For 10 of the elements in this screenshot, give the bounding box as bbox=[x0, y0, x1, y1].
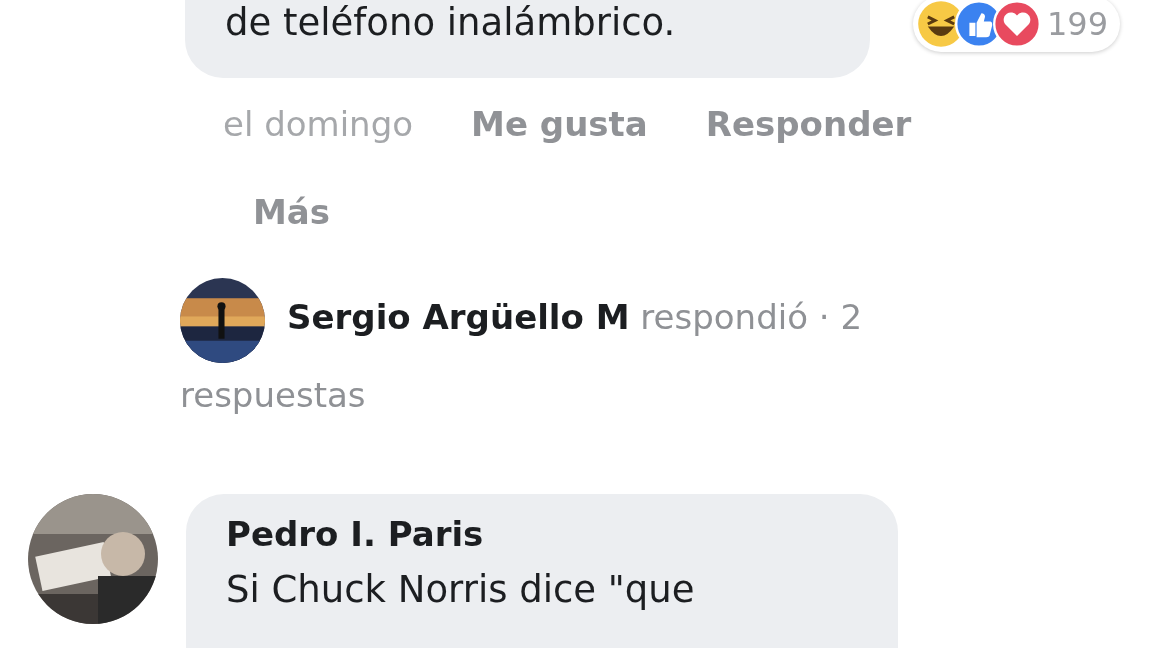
comment-text: Si Chuck Norris dice "que bbox=[226, 568, 696, 611]
comment-author[interactable]: Pedro I. Paris bbox=[226, 514, 858, 554]
reactions-pill[interactable]: 199 bbox=[912, 0, 1120, 52]
comment-action-link[interactable]: Responder bbox=[705, 104, 912, 144]
replies-summary[interactable]: Sergio Argüello M respondió · 2 respuestas bbox=[180, 278, 940, 434]
comment-action-link[interactable]: Me gusta bbox=[471, 104, 648, 144]
comment-text: de teléfono inalámbrico. bbox=[225, 1, 676, 44]
comment-time: el domingo bbox=[223, 104, 414, 144]
reaction-count: 199 bbox=[1046, 5, 1108, 43]
more-link[interactable]: Más bbox=[253, 192, 330, 232]
